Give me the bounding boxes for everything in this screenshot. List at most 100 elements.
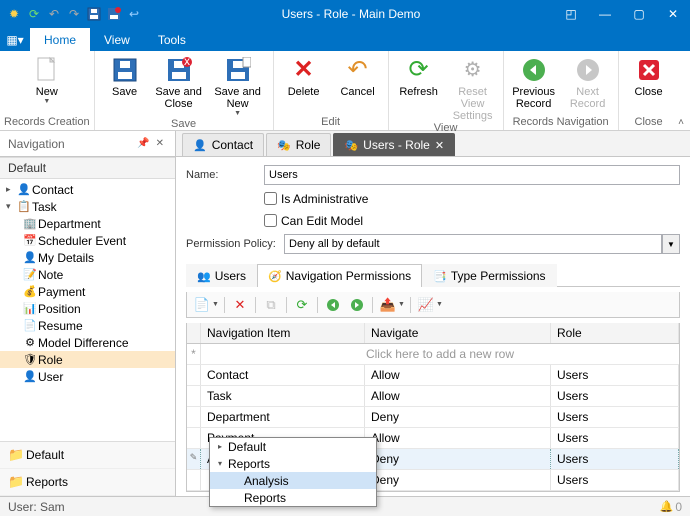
prev-button[interactable] — [322, 295, 344, 315]
can-edit-label: Can Edit Model — [281, 214, 363, 228]
nav-item-payment[interactable]: 💰Payment — [0, 283, 175, 300]
subtab-typeperm[interactable]: 📑Type Permissions — [422, 264, 556, 287]
group-edit: Edit — [321, 114, 340, 130]
gear-icon[interactable]: ✹ — [6, 6, 22, 22]
grid-row[interactable]: TaskAllowUsers — [187, 386, 679, 407]
policy-input[interactable] — [284, 234, 662, 254]
dropdown-icon[interactable]: ▼ — [212, 301, 220, 308]
tab-view[interactable]: View — [90, 28, 144, 51]
gear-icon: ⚙ — [22, 336, 38, 349]
cancel-button[interactable]: ↶ Cancel — [332, 54, 384, 98]
maximize-button[interactable]: ▢ — [622, 0, 656, 28]
save-icon[interactable] — [86, 6, 102, 22]
refresh-icon[interactable]: ⟳ — [26, 6, 42, 22]
nav-bottom-default[interactable]: 📁Default — [0, 442, 175, 469]
tab-home[interactable]: Home — [30, 28, 90, 51]
save-close-button[interactable]: x Save and Close — [153, 54, 205, 110]
position-icon: 📊 — [22, 302, 38, 315]
row-selector-header[interactable] — [187, 323, 201, 343]
undo-icon[interactable]: ↩ — [126, 6, 142, 22]
name-input[interactable] — [264, 165, 680, 185]
doctab-role[interactable]: 🎭Role — [266, 133, 331, 156]
can-edit-checkbox[interactable] — [264, 214, 277, 227]
nav-item-user[interactable]: 👤User — [0, 368, 175, 385]
nav-group-default[interactable]: Default — [0, 157, 175, 179]
tab-tools[interactable]: Tools — [144, 28, 200, 51]
copy-button[interactable]: ⧉ — [260, 295, 282, 315]
nav-item-mydetails[interactable]: 👤My Details — [0, 249, 175, 266]
help-icon[interactable]: ◰ — [554, 0, 588, 28]
nav-item-contact[interactable]: ▸👤Contact — [0, 181, 175, 198]
close-window-button[interactable]: ✕ — [656, 0, 690, 28]
prev-record-button[interactable]: Previous Record — [508, 54, 560, 110]
delete-row-button[interactable]: ✕ — [229, 295, 251, 315]
doctab-users-role[interactable]: 🎭Users - Role✕ — [333, 133, 455, 156]
nav-item-modeldiff[interactable]: ⚙Model Difference — [0, 334, 175, 351]
person-icon: 👤 — [193, 139, 207, 152]
grid-new-row[interactable]: * Click here to add a new row — [187, 344, 679, 365]
nav-close-icon[interactable]: ✕ — [153, 138, 167, 149]
delete-button[interactable]: ✕ Delete — [278, 54, 330, 98]
save-new-button[interactable]: Save and New ▼ — [207, 54, 269, 118]
refresh-grid-button[interactable]: ⟳ — [291, 295, 313, 315]
grid-row[interactable]: ContactAllowUsers — [187, 365, 679, 386]
doctab-contact[interactable]: 👤Contact — [182, 133, 264, 156]
nav-bottom-reports[interactable]: 📁Reports — [0, 469, 175, 496]
new-button[interactable]: New ▼ — [21, 54, 73, 106]
new-row-button[interactable]: 📄 — [191, 295, 213, 315]
reset-view-button[interactable]: ⚙ Reset View Settings — [447, 54, 499, 122]
close-button[interactable]: Close — [623, 54, 675, 98]
notification-icon[interactable]: 🔔 0 — [660, 500, 682, 514]
app-menu-icon[interactable]: ▦▾ — [0, 33, 30, 47]
payment-icon: 💰 — [22, 285, 38, 298]
forward-icon[interactable]: ↷ — [66, 6, 82, 22]
save-new-icon — [224, 56, 252, 84]
chart-button[interactable]: 📈 — [415, 295, 437, 315]
nav-item-note[interactable]: 📝Note — [0, 266, 175, 283]
refresh-button[interactable]: ⟳ Refresh — [393, 54, 445, 98]
subtab-navperm[interactable]: 🧭Navigation Permissions — [257, 264, 422, 287]
dropdown-icon[interactable]: ▼ — [436, 301, 444, 308]
cell-role[interactable]: Users — [551, 449, 679, 469]
tab-close-icon[interactable]: ✕ — [435, 139, 444, 152]
is-admin-checkbox[interactable] — [264, 192, 277, 205]
save-button[interactable]: Save — [99, 54, 151, 98]
delete-icon: ✕ — [290, 56, 318, 84]
role-icon: 🎭 — [277, 139, 291, 152]
group-save: Save — [171, 118, 196, 130]
quick-access-toolbar: ✹ ⟳ ↶ ↷ ↩ — [0, 6, 148, 22]
col-navigate[interactable]: Navigate — [365, 323, 551, 343]
export-button[interactable]: 📤 — [377, 295, 399, 315]
nav-item-resume[interactable]: 📄Resume — [0, 317, 175, 334]
nav-item-department[interactable]: 🏢Department — [0, 215, 175, 232]
popup-item-default[interactable]: ▸Default — [210, 438, 376, 455]
back-icon[interactable]: ↶ — [46, 6, 62, 22]
svg-text:x: x — [184, 57, 190, 68]
subtab-users[interactable]: 👥Users — [186, 264, 257, 287]
col-role[interactable]: Role — [551, 323, 679, 343]
group-close: Close — [635, 114, 663, 130]
next-record-button[interactable]: Next Record — [562, 54, 614, 110]
grid-row[interactable]: DepartmentDenyUsers — [187, 407, 679, 428]
popup-item-analysis[interactable]: Analysis — [210, 472, 376, 489]
nav-item-scheduler[interactable]: 📅Scheduler Event — [0, 232, 175, 249]
nav-item-position[interactable]: 📊Position — [0, 300, 175, 317]
user-icon: 👤 — [22, 251, 38, 264]
cancel-icon: ↶ — [344, 56, 372, 84]
nav-item-role[interactable]: 🛡Role — [0, 351, 175, 368]
popup-item-reports2[interactable]: Reports — [210, 489, 376, 506]
policy-dropdown-button[interactable]: ▼ — [662, 234, 680, 254]
ribbon-expand-icon[interactable]: ˄ — [678, 117, 684, 128]
pin-icon[interactable]: 📌 — [134, 138, 152, 149]
next-button[interactable] — [346, 295, 368, 315]
dropdown-icon[interactable]: ▼ — [398, 301, 406, 308]
minimize-button[interactable]: — — [588, 0, 622, 28]
cell-navigate[interactable]: Deny — [365, 449, 551, 469]
nav-item-task[interactable]: ▾📋Task — [0, 198, 175, 215]
popup-item-reports[interactable]: ▾Reports — [210, 455, 376, 472]
policy-label: Permission Policy: — [186, 238, 284, 250]
prev-icon — [520, 56, 548, 84]
col-navigation-item[interactable]: Navigation Item — [201, 323, 365, 343]
save-close-icon[interactable] — [106, 6, 122, 22]
title-bar: ✹ ⟳ ↶ ↷ ↩ Users - Role - Main Demo ◰ — ▢… — [0, 0, 690, 28]
